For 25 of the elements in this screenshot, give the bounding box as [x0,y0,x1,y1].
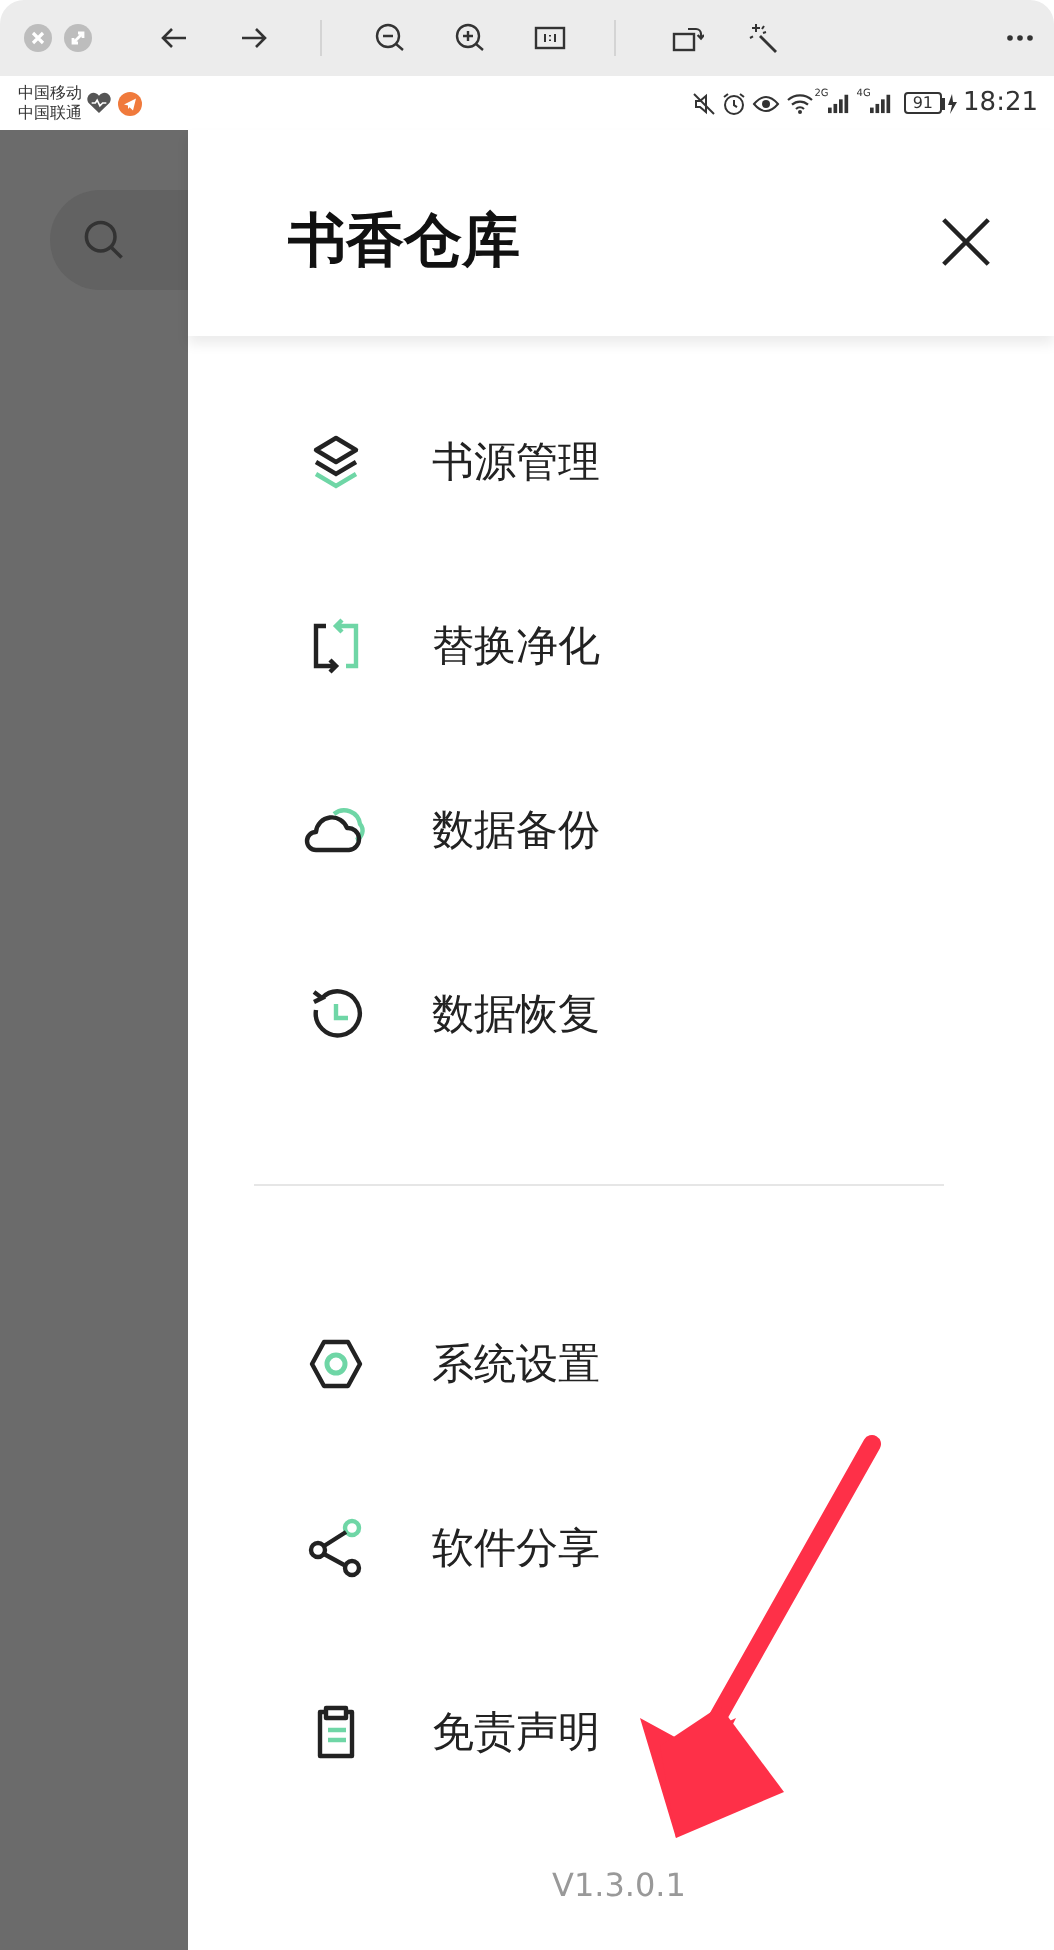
actual-size-icon[interactable] [534,22,566,54]
carrier-name: 中国移动 [18,83,82,103]
mute-icon [692,91,717,115]
back-arrow-icon[interactable] [160,24,188,52]
wifi-icon [786,92,815,114]
forward-arrow-icon[interactable] [240,24,268,52]
signal-icon [828,92,851,114]
battery-level: 91 [904,92,942,114]
magic-wand-icon[interactable] [748,22,780,54]
rotate-icon[interactable] [672,22,704,54]
close-icon[interactable] [940,215,992,267]
search-icon [82,218,126,262]
carrier-name: 中国联通 [18,103,82,123]
zoom-out-icon[interactable] [374,22,406,54]
signal-icon [870,92,893,114]
charging-icon [941,91,958,115]
alarm-icon [722,91,747,115]
more-icon[interactable] [1006,34,1034,42]
version-text: V1.3.0.1 [552,1866,686,1906]
clock-time: 18:21 [963,88,1038,118]
paper-plane-icon [118,91,142,115]
heart-icon [86,92,112,114]
eye-icon [752,93,781,113]
zoom-in-icon[interactable] [454,22,486,54]
app-title: 书香仓库 [288,203,520,277]
